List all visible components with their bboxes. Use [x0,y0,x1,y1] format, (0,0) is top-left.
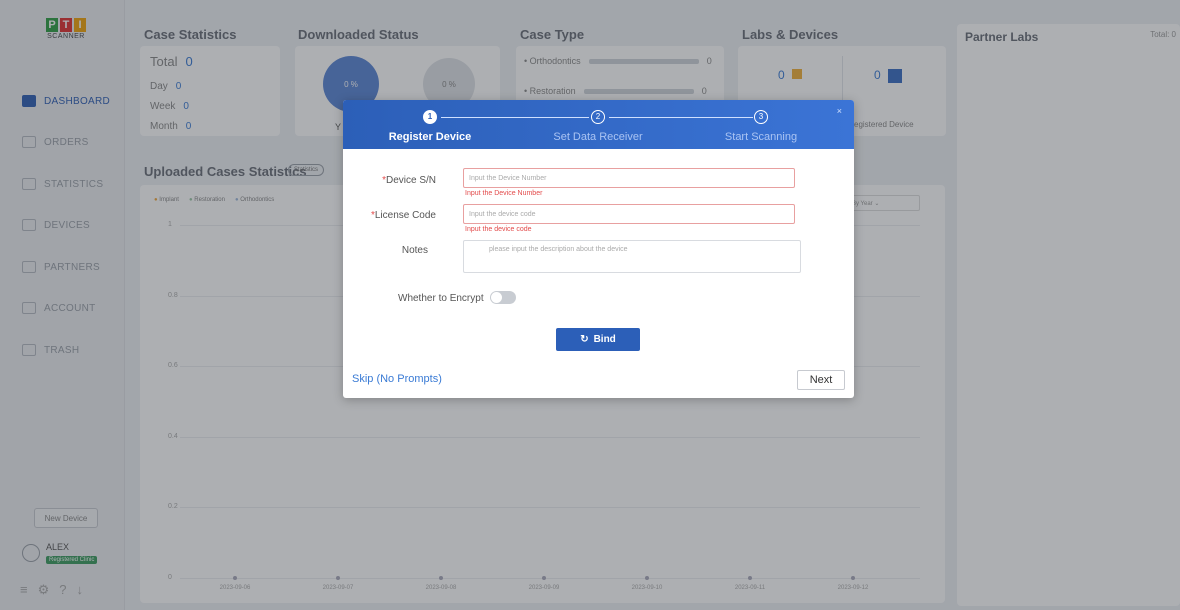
next-button[interactable]: Next [797,370,845,390]
encrypt-label: Whether to Encrypt [398,293,484,304]
bind-button[interactable]: ↻ Bind [556,328,640,351]
step-2-indicator: 2 [591,110,605,124]
close-icon[interactable]: × [837,106,842,116]
device-sn-input[interactable]: Input the Device Number [463,168,795,188]
license-code-error: Input the device code [465,226,532,233]
stepper-header: 1 2 3 Register Device Set Data Receiver … [343,100,854,149]
skip-link[interactable]: Skip (No Prompts) [352,373,442,385]
step-2-label: Set Data Receiver [553,131,643,143]
step-3-label: Start Scanning [724,131,798,143]
link-icon: ↻ [580,334,589,345]
step-1-label: Register Device [388,131,472,143]
step-1-indicator: 1 [423,110,437,124]
device-sn-label: *Device S/N [382,175,436,186]
license-code-input[interactable]: Input the device code [463,204,795,224]
bind-label: Bind [593,334,616,345]
step-3-indicator: 3 [754,110,768,124]
device-sn-error: Input the Device Number [465,190,543,197]
license-code-label: *License Code [370,210,436,221]
notes-textarea[interactable]: please input the description about the d… [463,240,801,273]
register-device-dialog: 1 2 3 Register Device Set Data Receiver … [343,100,854,398]
notes-label: Notes [401,245,428,256]
encrypt-toggle[interactable] [490,291,516,304]
